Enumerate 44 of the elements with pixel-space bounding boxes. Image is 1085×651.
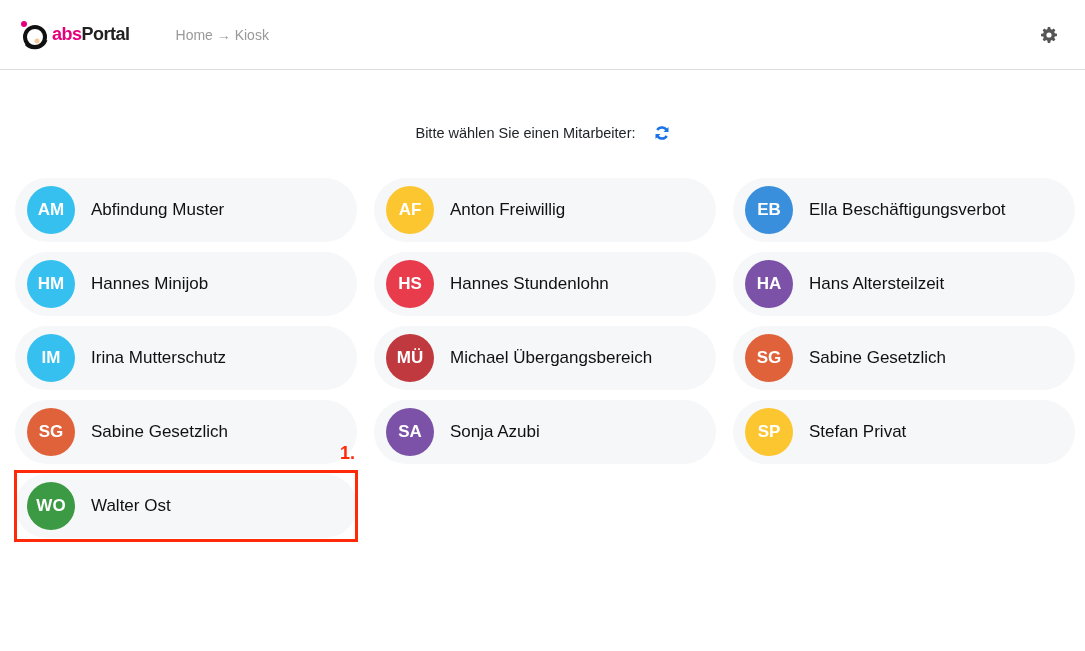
initials-avatar: SP xyxy=(745,408,793,456)
logo-ring-icon xyxy=(20,19,48,50)
employee-name: Sonja Azubi xyxy=(450,422,540,442)
initials-avatar: HM xyxy=(27,260,75,308)
employee-name: Stefan Privat xyxy=(809,422,907,442)
employee-name: Sabine Gesetzlich xyxy=(91,422,229,442)
initials-avatar: AM xyxy=(27,186,75,234)
employee-card[interactable]: HS Hannes Stundenlohn xyxy=(374,252,716,316)
employee-card[interactable]: HM Hannes Minijob xyxy=(15,252,357,316)
employee-card[interactable]: SA Sonja Azubi xyxy=(374,400,716,464)
initials-avatar: AF xyxy=(386,186,434,234)
employee-card[interactable]: EB Ella Beschäftigungsverbot xyxy=(733,178,1075,242)
employee-name: Hannes Stundenlohn xyxy=(450,274,609,294)
refresh-icon[interactable] xyxy=(653,125,670,141)
employee-card[interactable]: AM Abfindung Muster xyxy=(15,178,357,242)
employee-name: Walter Ost xyxy=(91,496,171,516)
initials-avatar: SA xyxy=(386,408,434,456)
employee-card[interactable]: IM Irina Mutterschutz xyxy=(15,326,357,390)
initials-avatar: MÜ xyxy=(386,334,434,382)
employee-card[interactable]: SP Stefan Privat xyxy=(733,400,1075,464)
prompt-text: Bitte wählen Sie einen Mitarbeiter: xyxy=(415,125,636,141)
settings-icon[interactable] xyxy=(1041,26,1057,43)
employee-card[interactable]: HA Hans Altersteilzeit xyxy=(733,252,1075,316)
employee-name: Abfindung Muster xyxy=(91,200,225,220)
initials-avatar: HA xyxy=(745,260,793,308)
employee-card[interactable]: AF Anton Freiwillig xyxy=(374,178,716,242)
employee-card[interactable]: SG Sabine Gesetzlich xyxy=(733,326,1075,390)
initials-avatar: SG xyxy=(745,334,793,382)
initials-avatar: IM xyxy=(27,334,75,382)
employee-name: Michael Übergangsbereich xyxy=(450,348,653,368)
employee-name: Anton Freiwillig xyxy=(450,200,566,220)
initials-avatar: SG xyxy=(27,408,75,456)
employee-card[interactable]: MÜ Michael Übergangsbereich xyxy=(374,326,716,390)
initials-avatar: WO xyxy=(27,482,75,530)
annotation-number: 1. xyxy=(340,443,355,464)
employee-name: Hannes Minijob xyxy=(91,274,209,294)
initials-avatar: EB xyxy=(745,186,793,234)
logo[interactable]: absPortal xyxy=(20,19,130,50)
breadcrumb: Home → Kiosk xyxy=(175,26,269,43)
initials-avatar: HS xyxy=(386,260,434,308)
employee-name: Ella Beschäftigungsverbot xyxy=(809,200,1006,220)
employee-name: Irina Mutterschutz xyxy=(91,348,227,368)
employee-name: Sabine Gesetzlich xyxy=(809,348,947,368)
employee-name: Hans Altersteilzeit xyxy=(809,274,945,294)
